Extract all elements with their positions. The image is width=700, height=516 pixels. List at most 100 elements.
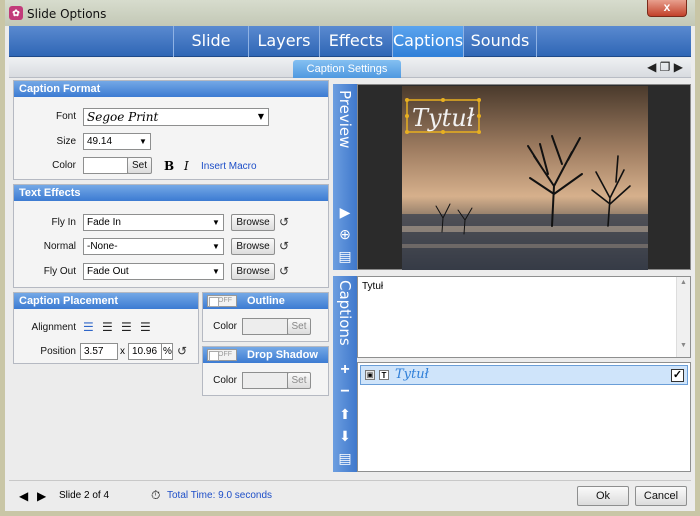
captions-strip: Captions + − ⬆ ⬇ ▤ bbox=[333, 276, 357, 472]
align-right-icon[interactable]: ☰ bbox=[121, 321, 135, 333]
prev-arrow-icon[interactable]: ◀ bbox=[647, 60, 656, 74]
align-justify-icon[interactable]: ☰ bbox=[140, 321, 154, 333]
flyin-reset-icon[interactable]: ↺ bbox=[279, 215, 289, 229]
flyout-select[interactable]: Fade Out ▼ bbox=[83, 263, 224, 280]
caption-format-title: Caption Format bbox=[14, 81, 328, 97]
tab-effects[interactable]: Effects bbox=[319, 26, 392, 57]
shadow-set-button[interactable]: Set bbox=[287, 372, 311, 389]
play-icon[interactable]: ▶ bbox=[337, 204, 353, 220]
preview-area: Tytuł bbox=[357, 84, 691, 270]
chevron-down-icon: ▼ bbox=[139, 137, 147, 146]
prev-slide-icon[interactable]: ◀ bbox=[19, 489, 28, 503]
shadow-color-label: Color bbox=[213, 375, 237, 386]
preview-strip: Preview ▶ ⊕ ▤ bbox=[333, 84, 357, 270]
select-caption-icon[interactable]: ▤ bbox=[337, 450, 353, 466]
text-scrollbar[interactable]: ▲ ▼ bbox=[676, 277, 690, 357]
flyin-label: Fly In bbox=[51, 217, 76, 228]
position-x-input[interactable]: 3.57 bbox=[80, 343, 118, 360]
color-set-button[interactable]: Set bbox=[127, 157, 152, 174]
zoom-icon[interactable]: ⊕ bbox=[337, 226, 353, 242]
position-separator: x bbox=[120, 346, 125, 357]
text-icon: T bbox=[379, 370, 389, 380]
drop-shadow-toggle[interactable]: OFF bbox=[207, 349, 237, 361]
chevron-down-icon: ▼ bbox=[257, 112, 265, 121]
tab-layers[interactable]: Layers bbox=[248, 26, 319, 57]
flyout-reset-icon[interactable]: ↺ bbox=[279, 264, 289, 278]
window-title: Slide Options bbox=[27, 7, 107, 21]
footer-bar: ◀ ▶ Slide 2 of 4 ⏱ Total Time: 9.0 secon… bbox=[9, 480, 691, 511]
outline-color-swatch[interactable] bbox=[242, 318, 288, 335]
caption-visible-checkbox[interactable]: ✓ bbox=[671, 369, 684, 382]
slide-options-window: ✿ Slide Options x Slide Layers Effects C… bbox=[0, 0, 700, 516]
list-item[interactable]: ▣ T Tytuł ✓ bbox=[360, 365, 688, 385]
italic-button[interactable]: I bbox=[184, 159, 189, 173]
close-button[interactable]: x bbox=[647, 0, 687, 17]
main-tab-bar: Slide Layers Effects Captions Sounds bbox=[9, 26, 691, 57]
preview-label: Preview bbox=[336, 90, 354, 149]
caption-text: Tytuł bbox=[362, 281, 384, 292]
flyin-browse-button[interactable]: Browse bbox=[231, 214, 275, 231]
total-time: Total Time: 9.0 seconds bbox=[167, 490, 273, 501]
tab-captions[interactable]: Captions bbox=[392, 26, 463, 57]
normal-browse-button[interactable]: Browse bbox=[231, 238, 275, 255]
insert-macro-link[interactable]: Insert Macro bbox=[201, 161, 257, 172]
tab-slide[interactable]: Slide bbox=[173, 26, 248, 57]
app-icon: ✿ bbox=[9, 6, 23, 20]
cancel-button[interactable]: Cancel bbox=[635, 486, 687, 506]
caption-color-swatch[interactable] bbox=[83, 157, 128, 174]
slide-nav: ◀ ❐ ▶ bbox=[647, 60, 683, 74]
scroll-up-icon[interactable]: ▲ bbox=[677, 279, 690, 286]
sub-tab-bar: Caption Settings ◀ ❐ ▶ bbox=[9, 58, 691, 78]
size-label: Size bbox=[56, 136, 76, 147]
remove-caption-icon[interactable]: − bbox=[337, 384, 353, 400]
drop-shadow-panel: Drop Shadow OFF Color Set bbox=[202, 346, 329, 396]
list-item-label: Tytuł bbox=[395, 367, 429, 382]
chevron-down-icon: ▼ bbox=[212, 242, 220, 251]
add-caption-icon[interactable]: + bbox=[337, 362, 353, 378]
outline-color-label: Color bbox=[213, 321, 237, 332]
normal-label: Normal bbox=[43, 241, 76, 252]
scroll-down-icon[interactable]: ▼ bbox=[677, 342, 690, 349]
caption-list: ▣ T Tytuł ✓ bbox=[357, 362, 691, 472]
position-y-input[interactable]: 10.96 bbox=[128, 343, 162, 360]
size-select[interactable]: 49.14 ▼ bbox=[83, 133, 151, 150]
align-left-icon[interactable]: ☰ bbox=[83, 321, 97, 333]
next-slide-icon[interactable]: ▶ bbox=[37, 489, 46, 503]
preview-caption[interactable]: Tytuł bbox=[412, 104, 475, 132]
position-reset-icon[interactable]: ↺ bbox=[177, 344, 187, 358]
normal-select[interactable]: -None- ▼ bbox=[83, 238, 224, 255]
title-bar: ✿ Slide Options x bbox=[5, 0, 695, 26]
outline-set-button[interactable]: Set bbox=[287, 318, 311, 335]
caption-placement-title: Caption Placement bbox=[14, 293, 198, 309]
caption-text-area[interactable]: Tytuł ▲ ▼ bbox=[357, 276, 691, 358]
image-icon: ▣ bbox=[365, 370, 375, 380]
shadow-color-swatch[interactable] bbox=[242, 372, 288, 389]
flyout-label: Fly Out bbox=[43, 266, 76, 277]
color-label: Color bbox=[52, 160, 76, 171]
select-icon[interactable]: ▤ bbox=[337, 248, 353, 264]
flyin-select[interactable]: Fade In ▼ bbox=[83, 214, 224, 231]
tab-sounds[interactable]: Sounds bbox=[463, 26, 537, 57]
flyout-browse-button[interactable]: Browse bbox=[231, 263, 275, 280]
font-label: Font bbox=[55, 111, 76, 122]
outline-toggle[interactable]: OFF bbox=[207, 295, 237, 307]
slide-info: Slide 2 of 4 bbox=[59, 490, 110, 501]
align-center-icon[interactable]: ☰ bbox=[102, 321, 116, 333]
preview-image: Tytuł bbox=[402, 86, 648, 270]
move-up-icon[interactable]: ⬆ bbox=[337, 406, 353, 422]
chevron-down-icon: ▼ bbox=[212, 267, 220, 276]
tab-caption-settings[interactable]: Caption Settings bbox=[293, 60, 401, 78]
bold-button[interactable]: B bbox=[164, 159, 174, 173]
chevron-down-icon: ▼ bbox=[212, 218, 220, 227]
font-select[interactable]: Segoe Print ▼ bbox=[83, 108, 269, 126]
next-arrow-icon[interactable]: ▶ bbox=[674, 60, 683, 74]
ok-button[interactable]: Ok bbox=[577, 486, 629, 506]
normal-reset-icon[interactable]: ↺ bbox=[279, 239, 289, 253]
position-unit[interactable]: % bbox=[161, 343, 173, 360]
clock-icon: ⏱ bbox=[151, 488, 161, 502]
move-down-icon[interactable]: ⬇ bbox=[337, 428, 353, 444]
position-label: Position bbox=[40, 346, 76, 357]
captions-label: Captions bbox=[336, 280, 354, 346]
caption-format-panel: Caption Format Font Segoe Print ▼ Size 49… bbox=[13, 80, 329, 180]
copy-icon[interactable]: ❐ bbox=[660, 60, 671, 74]
